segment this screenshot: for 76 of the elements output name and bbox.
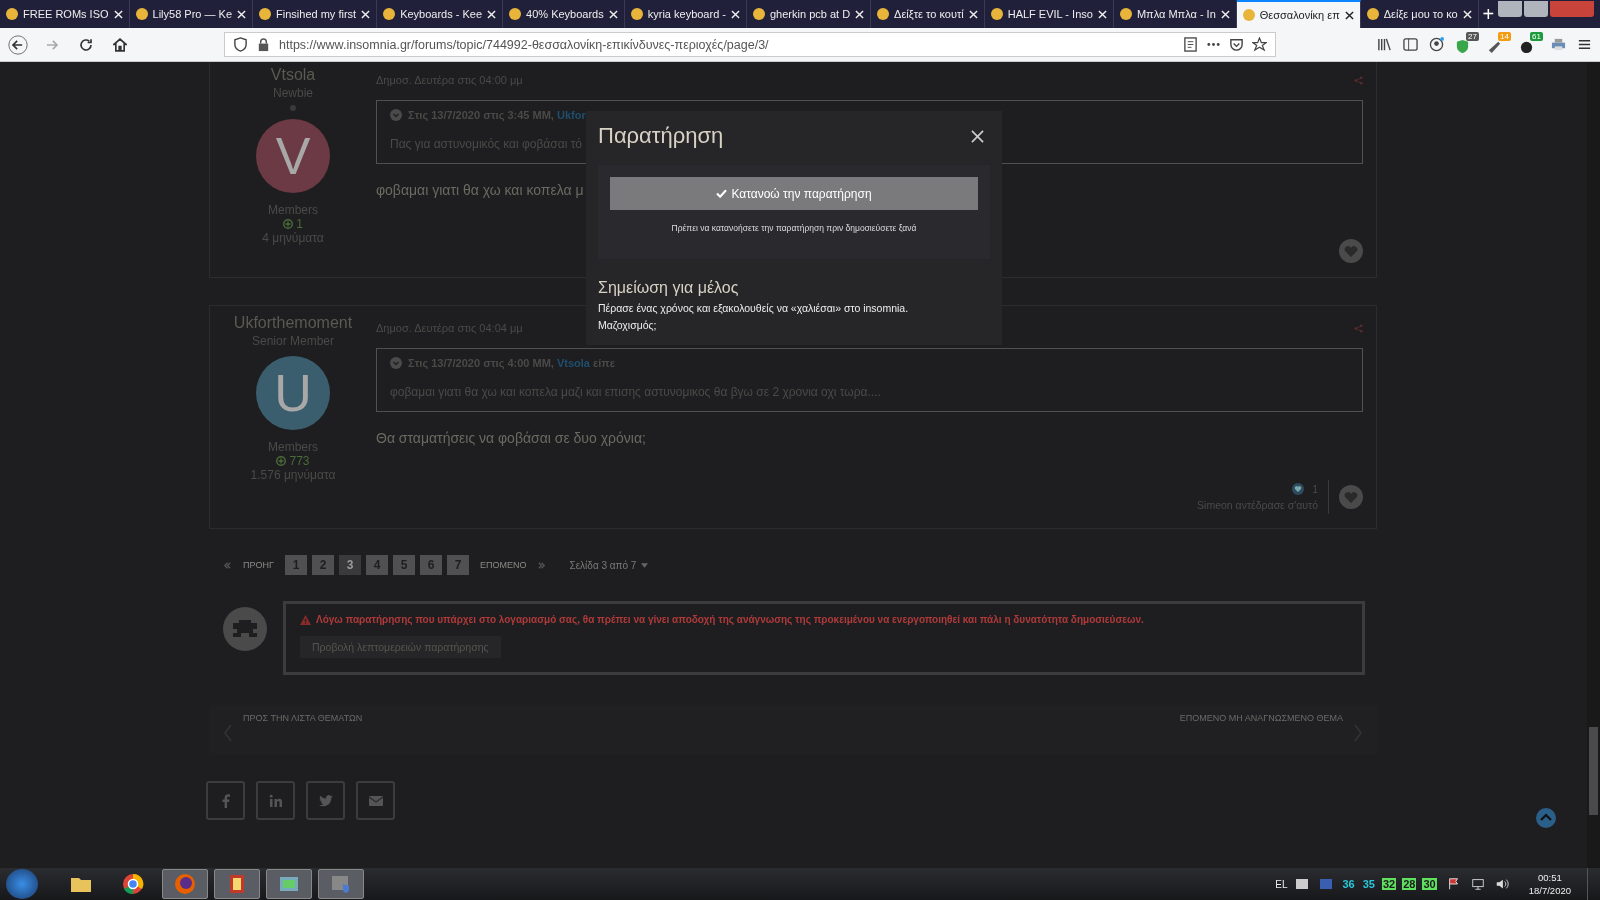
acknowledge-hint: Πρέπει να κατανοήσετε την παρατήρηση πριν δημοσιεύσετε ξανά (671, 223, 917, 233)
site-icon (259, 8, 272, 20)
reader-view-icon[interactable] (1183, 37, 1198, 52)
scroll-to-top-icon[interactable] (1536, 808, 1556, 828)
avatar[interactable]: V (256, 119, 330, 193)
next-link[interactable]: ΕΠΟΜΕΝΟ (479, 560, 527, 570)
dialog-title: Παρατήρηση (598, 123, 724, 149)
site-icon (877, 8, 890, 20)
post-text: φοβαμαι γιατι θα χω και κοπελα μ (376, 182, 584, 198)
menu-icon[interactable] (1577, 37, 1592, 52)
pocket-icon[interactable] (1229, 37, 1244, 52)
back-icon[interactable] (8, 34, 28, 55)
previous-link[interactable]: ΠΡΟΗΓ (243, 560, 274, 570)
extension-badge: 27 (1466, 32, 1479, 41)
start-button[interactable] (6, 869, 38, 899)
printer-icon[interactable] (1551, 37, 1566, 52)
note-text: Μαζοχισμός; (598, 319, 658, 331)
acknowledge-button[interactable]: Κατανοώ την παρατήρηση (610, 177, 978, 210)
speaker-icon[interactable] (1494, 877, 1509, 891)
reputation-count: 1 (296, 217, 303, 231)
app-icon[interactable] (214, 869, 260, 899)
check-icon (716, 188, 728, 198)
site-icon (135, 8, 148, 20)
extension-badge: 14 (1498, 32, 1511, 41)
warning-icon (300, 614, 311, 625)
site-icon (383, 8, 396, 20)
scrollbar-thumb[interactable] (1589, 727, 1598, 815)
robot-avatar-icon (223, 607, 267, 651)
url-text: https://www.insomnia.gr/forums/topic/744992-θεσσαλονίκη-επικίνδυνες-περιοχές/page/3/ (279, 37, 770, 52)
site-icon (753, 8, 765, 20)
site-icon (6, 8, 18, 20)
account-icon[interactable] (1429, 37, 1444, 52)
close-icon[interactable] (1344, 10, 1354, 20)
page-selector[interactable]: Σελίδα 3 από 7 (569, 559, 637, 571)
page-button[interactable]: 3 (338, 555, 361, 575)
warning-message: Λόγω παρατήρησης που υπάρχει στο λογαριασμό σας, θα πρέπει να γίνει αποδοχή της ανάγνωσης της προκειμένου να ενεργοποιηθεί και πάλι η δυνατότητα δημοσιεύσεων. (316, 614, 1144, 625)
plus-icon (276, 456, 287, 466)
extension-badge: 61 (1530, 32, 1543, 41)
site-icon (630, 8, 643, 20)
heart-icon (1292, 483, 1305, 495)
site-icon (1242, 9, 1255, 21)
shield-icon (233, 37, 248, 52)
firefox-icon[interactable] (162, 869, 208, 899)
caret-icon[interactable] (641, 562, 649, 568)
note-text: Πέρασε ένας χρόνος και εξακολουθείς να «χαλιέσαι» στο insomnia. (598, 302, 910, 314)
extension-icon[interactable] (1487, 39, 1502, 54)
bird-icon (317, 792, 334, 809)
plus-icon (283, 219, 294, 229)
tray-counter[interactable]: 36 (1341, 878, 1356, 890)
star-icon[interactable] (1252, 37, 1267, 52)
tray-counter[interactable]: 35 (1361, 878, 1376, 890)
sidebar-icon[interactable] (1403, 37, 1418, 52)
reputation-count: 773 (289, 454, 310, 468)
post-text: Θα σταματήσεις να φοβάσαι σε δυο χρόνια; (376, 430, 646, 446)
flag-icon[interactable] (1446, 877, 1461, 891)
language-indicator[interactable]: EL (1275, 878, 1288, 890)
network-icon[interactable] (1470, 877, 1485, 891)
lock-icon (256, 37, 271, 52)
site-icon (990, 8, 1003, 20)
site-icon (1366, 8, 1379, 20)
extension-icon[interactable] (1519, 39, 1534, 54)
note-title: Σημείωση για μέλος (598, 279, 740, 297)
address-bar[interactable]: https://www.insomnia.gr/forums/topic/744992-θεσσαλονίκη-επικίνδυνες-περιοχές/page/3/ (224, 32, 1276, 57)
library-icon[interactable] (1377, 37, 1392, 52)
app-icon[interactable] (266, 869, 312, 899)
site-icon (1119, 8, 1132, 20)
clock-time[interactable]: 00:51 (1537, 871, 1562, 884)
new-tab-button[interactable]: + (1478, 0, 1498, 28)
tray-counter[interactable]: 32 (1382, 878, 1397, 890)
linkedin-icon (267, 792, 284, 809)
status-dot (290, 105, 296, 111)
site-icon (509, 8, 522, 20)
tray-counter[interactable]: 28 (1402, 878, 1417, 890)
tray-counter[interactable]: 30 (1422, 878, 1437, 890)
browser-tab[interactable]: Θεσσαλονίκη επ (1236, 0, 1361, 28)
clock-date[interactable]: 18/7/2020 (1528, 884, 1571, 897)
